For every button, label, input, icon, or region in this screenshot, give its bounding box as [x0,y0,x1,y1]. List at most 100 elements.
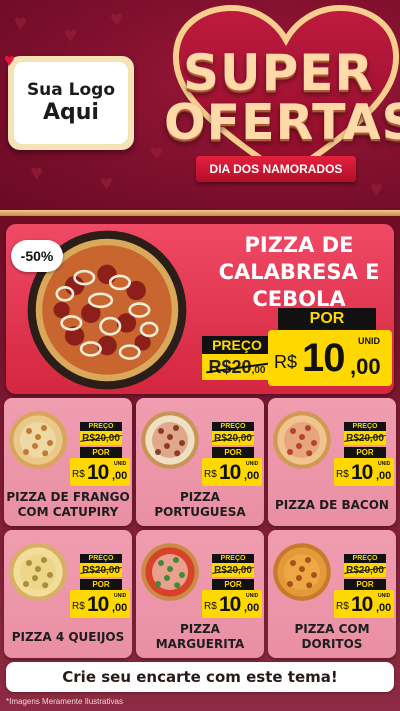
old-price-value: R$20,00 [82,432,120,444]
pizza-image [273,543,331,601]
old-price: R$20,00 [80,431,122,445]
old-price: R$20,00 [80,563,122,577]
product-name: PIZZA MARGUERITA [136,622,264,652]
price-integer: 10 [351,461,373,484]
por-label: POR [80,447,122,458]
price-decimal: ,00 [376,470,392,482]
disclaimer: *Imagens Meramente Ilustrativas [6,697,123,706]
divider [0,210,400,216]
product-name-line: PORTUGUESA [154,505,246,519]
old-price-value: R$20,00 [346,432,384,444]
featured-name: PIZZA DE CALABRESA E CEBOLA [212,232,386,313]
featured-name-line: PIZZA DE [244,233,354,257]
currency: R$ [204,469,217,480]
old-price: R$20,00 [202,354,272,380]
currency: R$ [204,601,217,612]
price-integer: 10 [219,593,241,616]
unit-label: UNID [378,461,391,467]
product-name-line: COM CATUPIRY [17,505,119,519]
old-price-value: R$20,00 [82,564,120,576]
heart-icon: ♥ [30,160,44,185]
preco-label: PREÇO [212,554,254,563]
ribbon-dia-dos-namorados: DIA DOS NAMORADOS [196,156,356,182]
new-price: R$ 10 UNID ,00 [70,590,130,618]
product-name-line: PIZZA [180,622,220,636]
discount-badge: -50% [11,240,63,272]
preco-label: PREÇO [80,422,122,431]
product-name: PIZZA 4 QUEIJOS [4,630,132,645]
old-price: R$20,00 [344,563,386,577]
new-price: R$ 10 UNID ,00 [268,330,392,386]
product-card[interactable]: PREÇO R$20,00 POR R$ 10 UNID ,00 PIZZA D… [4,398,132,526]
product-card[interactable]: PREÇO R$20,00 POR R$ 10 UNID ,00 PIZZA C… [268,530,396,658]
currency: R$ [274,352,298,372]
old-price-dec: ,00 [251,364,266,376]
pizza-image [9,411,67,469]
new-price: R$ 10 UNID ,00 [334,458,394,486]
heart-icon: ♥ [100,170,114,195]
unit-label: UNID [378,593,391,599]
new-price: R$ 10 UNID ,00 [70,458,130,486]
old-price-value: R$20,00 [214,564,252,576]
old-price-value: R$20,00 [209,357,266,378]
unit-label: UNID [246,461,259,467]
unit-label: UNID [114,461,127,467]
unit-label: UNID [114,593,127,599]
product-card[interactable]: PREÇO R$20,00 POR R$ 10 UNID ,00 PIZZA MA… [136,530,264,658]
pizza-image [141,543,199,601]
cta-banner[interactable]: Crie seu encarte com este tema! [6,662,394,692]
product-name-line: PIZZA COM [294,622,370,636]
heart-icon: ♥ [4,50,15,70]
product-name: PIZZA DE BACON [268,498,396,513]
new-price: R$ 10 UNID ,00 [202,458,262,486]
logo-text-line1: Sua Logo [26,79,116,100]
por-label: POR [278,308,376,330]
currency: R$ [72,469,85,480]
old-price: R$20,00 [212,563,254,577]
price-decimal: ,00 [244,602,260,614]
product-name-line: PIZZA [180,490,220,504]
heart-icon: ♥ [14,10,28,35]
unit-label: UNID [358,336,380,346]
new-price: R$ 10 UNID ,00 [202,590,262,618]
por-label: POR [344,447,386,458]
logo-inner: Sua Logo Aqui [14,62,128,144]
product-name-line: MARGUERITA [155,637,245,651]
preco-label: PREÇO [344,554,386,563]
logo-placeholder[interactable]: ♥ Sua Logo Aqui [4,50,134,150]
featured-offer[interactable]: -50% PIZZA DE CALABRESA E CEBOLA PREÇO R… [6,224,394,394]
pizza-image [141,411,199,469]
product-name-line: PIZZA DE BACON [275,498,389,512]
price-integer: 10 [219,461,241,484]
flyer-page: ♥ ♥ ♥ ♥ ♥ ♥ ♥ SUPER OFERTAS DIA DOS NAMO… [0,0,400,711]
price-integer: 10 [87,593,109,616]
price-decimal: ,00 [112,470,128,482]
por-label: POR [344,579,386,590]
por-label: POR [212,579,254,590]
price-integer: 10 [302,336,345,380]
product-card[interactable]: PREÇO R$20,00 POR R$ 10 UNID ,00 PIZZA PO… [136,398,264,526]
title-ofertas: OFERTAS [164,94,400,151]
product-name: PIZZA PORTUGUESA [136,490,264,520]
featured-name-line: CALABRESA E [218,260,380,284]
price-integer: 10 [351,593,373,616]
price-decimal: ,00 [244,470,260,482]
pizza-image [9,543,67,601]
product-name: PIZZA COM DORITOS [268,622,396,652]
product-card[interactable]: PREÇO R$20,00 POR R$ 10 UNID ,00 PIZZA 4… [4,530,132,658]
product-name-line: DORITOS [301,637,363,651]
price-decimal: ,00 [350,354,381,379]
unit-label: UNID [246,593,259,599]
preco-label: PREÇO [344,422,386,431]
new-price: R$ 10 UNID ,00 [334,590,394,618]
old-price: R$20,00 [344,431,386,445]
por-label: POR [80,579,122,590]
price-decimal: ,00 [112,602,128,614]
currency: R$ [336,469,349,480]
currency: R$ [336,601,349,612]
product-name: PIZZA DE FRANGO COM CATUPIRY [4,490,132,520]
logo-text-line2: Aqui [43,100,99,125]
por-label: POR [212,447,254,458]
product-card[interactable]: PREÇO R$20,00 POR R$ 10 UNID ,00 PIZZA D… [268,398,396,526]
old-price-int: R$20 [208,356,252,377]
